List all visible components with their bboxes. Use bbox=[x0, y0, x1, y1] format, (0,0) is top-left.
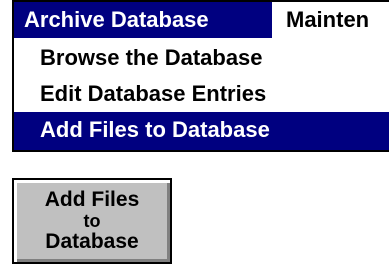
add-files-to-database-button[interactable]: Add Files to Database bbox=[12, 178, 172, 264]
button-label-line-2: to bbox=[83, 211, 101, 231]
archive-database-dropdown: Browse the Database Edit Database Entrie… bbox=[12, 38, 389, 152]
menu-item-add-files-to-database[interactable]: Add Files to Database bbox=[14, 112, 389, 150]
menu-bar: Archive Database Mainten bbox=[12, 0, 389, 38]
button-label-line-3: Database bbox=[45, 230, 139, 253]
menu-archive-database[interactable]: Archive Database bbox=[14, 2, 272, 38]
menu-item-browse-database[interactable]: Browse the Database bbox=[14, 40, 389, 76]
menu-item-edit-database-entries[interactable]: Edit Database Entries bbox=[14, 76, 389, 112]
button-label-line-1: Add Files bbox=[44, 188, 140, 211]
menu-maintenance[interactable]: Mainten bbox=[286, 2, 369, 38]
